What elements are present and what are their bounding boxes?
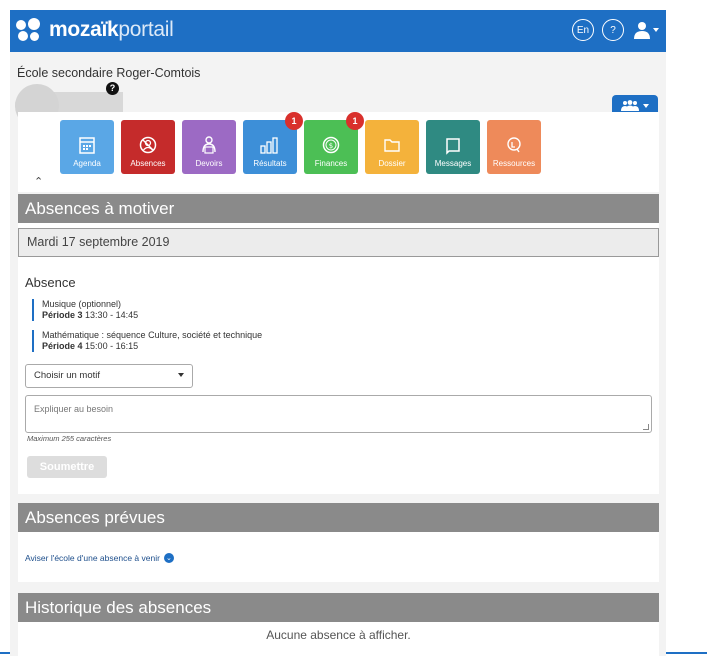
brand-suffix: portail xyxy=(118,18,174,41)
help-badge[interactable]: ? xyxy=(106,82,119,95)
absence-date: Mardi 17 septembre 2019 xyxy=(18,228,659,257)
resources-icon xyxy=(507,137,521,153)
folder-icon xyxy=(384,139,400,152)
homework-icon xyxy=(202,136,216,154)
course-period: Période 4 xyxy=(42,341,83,351)
tile-finances[interactable]: $ Finances 1 xyxy=(304,112,364,174)
money-icon: $ xyxy=(322,136,340,154)
notify-absence-label: Aviser l'école d'une absence à venir xyxy=(25,553,160,563)
submit-button[interactable]: Soumettre xyxy=(27,456,107,478)
tile-resultats[interactable]: Résultats 1 xyxy=(243,112,303,174)
section-absences-to-justify: Absences à motiver xyxy=(18,194,659,223)
help-button[interactable]: ? xyxy=(602,19,624,41)
brand-name: mozaïk xyxy=(49,18,119,41)
tile-label: Devoirs xyxy=(195,159,223,168)
logo-mark-icon xyxy=(16,18,44,42)
course-name: Mathématique : séquence Culture, société… xyxy=(42,330,263,340)
svg-text:$: $ xyxy=(329,142,333,150)
notification-badge: 1 xyxy=(346,112,364,130)
top-bar: mozaïk portail En ? xyxy=(10,10,666,52)
chevron-down-icon xyxy=(643,104,649,108)
caret-down-icon xyxy=(178,373,184,377)
course-item: Musique (optionnel) Période 3 13:30 - 14… xyxy=(32,299,138,321)
bottom-divider xyxy=(666,652,707,654)
notification-badge: 1 xyxy=(285,112,303,130)
explanation-placeholder: Expliquer au besoin xyxy=(34,404,114,414)
tile-label: Absences xyxy=(130,159,166,168)
collapse-chevron-icon[interactable]: ⌃ xyxy=(34,175,43,188)
tile-ressources[interactable]: Ressources xyxy=(487,120,541,174)
reason-select-value: Choisir un motif xyxy=(34,370,100,381)
user-menu-icon[interactable] xyxy=(632,20,660,40)
course-period: Période 3 xyxy=(42,310,83,320)
modules-panel: Agenda Absences Devoirs Résultats 1 $ Fi… xyxy=(18,112,659,192)
course-name: Musique (optionnel) xyxy=(42,299,122,309)
language-button[interactable]: En xyxy=(572,19,594,41)
messages-icon xyxy=(446,138,460,155)
bottom-divider xyxy=(0,652,10,654)
school-name: École secondaire Roger-Comtois xyxy=(17,66,201,80)
explanation-textarea[interactable]: Expliquer au besoin xyxy=(25,395,652,433)
tile-label: Ressources xyxy=(492,159,536,168)
course-time: 13:30 - 14:45 xyxy=(85,310,139,320)
tile-agenda[interactable]: Agenda xyxy=(60,120,114,174)
calendar-icon xyxy=(79,137,95,154)
group-icon xyxy=(621,100,639,111)
max-chars-hint: Maximum 255 caractères xyxy=(27,434,112,443)
tile-label: Résultats xyxy=(253,159,287,168)
absences-icon xyxy=(139,136,157,154)
tile-devoirs[interactable]: Devoirs xyxy=(182,120,236,174)
top-icons: En ? xyxy=(572,19,660,41)
history-empty-message: Aucune absence à afficher. xyxy=(266,628,411,642)
course-time: 15:00 - 16:15 xyxy=(85,341,139,351)
tile-messages[interactable]: Messages xyxy=(426,120,480,174)
chart-icon xyxy=(260,137,278,154)
tile-absences[interactable]: Absences xyxy=(121,120,175,174)
school-area: École secondaire Roger-Comtois ? Agenda … xyxy=(10,52,666,194)
logo[interactable]: mozaïk portail xyxy=(16,18,174,42)
tile-label: Finances xyxy=(314,159,348,168)
tile-label: Dossier xyxy=(378,159,406,168)
resize-grip-icon[interactable] xyxy=(643,424,649,430)
reason-select[interactable]: Choisir un motif xyxy=(25,364,193,388)
section-planned-absences: Absences prévues xyxy=(18,503,659,532)
course-item: Mathématique : séquence Culture, société… xyxy=(32,330,262,352)
notify-absence-link[interactable]: Aviser l'école d'une absence à venir ⌄ xyxy=(25,553,174,563)
absence-heading: Absence xyxy=(25,275,76,290)
portal-page: mozaïk portail En ? École secondaire Rog… xyxy=(10,10,666,656)
tile-dossier[interactable]: Dossier xyxy=(365,120,419,174)
section-absence-history: Historique des absences xyxy=(18,593,659,622)
tile-label: Agenda xyxy=(73,159,101,168)
tile-label: Messages xyxy=(434,159,472,168)
chevron-down-icon: ⌄ xyxy=(163,553,174,563)
